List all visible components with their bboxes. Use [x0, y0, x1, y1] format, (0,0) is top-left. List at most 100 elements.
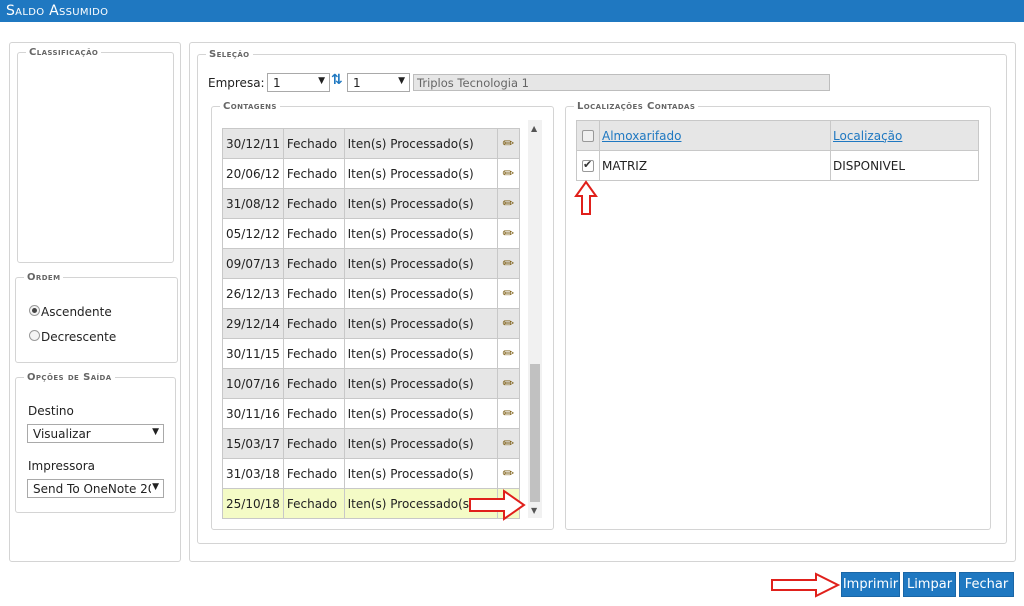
header-localizacao[interactable]: Localização [830, 120, 979, 151]
table-row[interactable]: 15/03/17 Fechado Iten(s) Processado(s) ✏ [222, 428, 521, 459]
table-row[interactable]: 31/03/18 Fechado Iten(s) Processado(s) ✏ [222, 458, 521, 489]
scroll-thumb[interactable] [530, 364, 540, 502]
edit-cell[interactable]: ✏ [496, 188, 521, 219]
pencil-icon[interactable]: ✏ [503, 286, 515, 302]
row-checkbox-cell[interactable] [576, 150, 600, 181]
annotation-arrow-right-button [771, 572, 840, 598]
cell-date: 31/08/12 [222, 188, 284, 219]
table-row[interactable]: 30/11/16 Fechado Iten(s) Processado(s) ✏ [222, 398, 521, 429]
empresa-from-select[interactable]: 1 ▼ [267, 73, 330, 92]
select-all-cell[interactable] [576, 120, 600, 151]
cell-desc: Iten(s) Processado(s) [343, 458, 498, 489]
destino-label: Destino [28, 404, 74, 418]
edit-cell[interactable]: ✏ [496, 308, 521, 339]
refresh-swap-icon[interactable]: ⇅ [331, 72, 343, 88]
cell-desc: Iten(s) Processado(s) [343, 188, 498, 219]
radio-ascendente[interactable] [29, 305, 40, 316]
contagens-legend: Contagens [223, 101, 277, 112]
cell-desc: Iten(s) Processado(s) [343, 278, 498, 309]
pencil-icon[interactable]: ✏ [503, 136, 515, 152]
destino-select[interactable]: Visualizar ▼ [27, 424, 164, 443]
chevron-down-icon: ▼ [152, 482, 159, 492]
edit-cell[interactable]: ✏ [496, 398, 521, 429]
classificacao-legend: Classificação [29, 47, 99, 58]
empresa-to-select[interactable]: 1 ▼ [347, 73, 410, 92]
edit-cell[interactable]: ✏ [496, 428, 521, 459]
header-almoxarifado[interactable]: Almoxarifado [599, 120, 831, 151]
impressora-select[interactable]: Send To OneNote 20 ▼ [27, 479, 164, 498]
table-row[interactable]: 31/08/12 Fechado Iten(s) Processado(s) ✏ [222, 188, 521, 219]
cell-status: Fechado [282, 368, 345, 399]
cell-date: 10/07/16 [222, 368, 284, 399]
pencil-icon[interactable]: ✏ [503, 406, 515, 422]
pencil-icon[interactable]: ✏ [503, 376, 515, 392]
edit-cell[interactable]: ✏ [496, 158, 521, 189]
edit-cell[interactable]: ✏ [496, 278, 521, 309]
empresa-to-value: 1 [353, 76, 361, 90]
table-row[interactable]: 20/06/12 Fechado Iten(s) Processado(s) ✏ [222, 158, 521, 189]
cell-desc: Iten(s) Processado(s) [343, 368, 498, 399]
cell-almoxarifado: MATRIZ [599, 150, 831, 181]
empresa-label: Empresa: [208, 76, 265, 90]
pencil-icon[interactable]: ✏ [503, 226, 515, 242]
chevron-down-icon: ▼ [398, 76, 405, 86]
cell-desc: Iten(s) Processado(s) [343, 248, 498, 279]
pencil-icon[interactable]: ✏ [503, 466, 515, 482]
contagens-scrollbar[interactable]: ▲ ▼ [528, 120, 542, 518]
radio-decrescente[interactable] [29, 330, 40, 341]
cell-date: 20/06/12 [222, 158, 284, 189]
pencil-icon[interactable]: ✏ [503, 346, 515, 362]
localizacoes-header-row: Almoxarifado Localização [576, 120, 979, 151]
table-row[interactable]: 30/11/15 Fechado Iten(s) Processado(s) ✏ [222, 338, 521, 369]
scroll-down-icon[interactable]: ▼ [531, 506, 537, 515]
edit-cell[interactable]: ✏ [496, 368, 521, 399]
cell-status: Fechado [282, 458, 345, 489]
cell-status: Fechado [282, 158, 345, 189]
limpar-button[interactable]: Limpar [903, 572, 956, 597]
cell-status: Fechado [282, 218, 345, 249]
cell-desc: Iten(s) Processado(s) [343, 428, 498, 459]
pencil-icon[interactable]: ✏ [503, 316, 515, 332]
impressora-label: Impressora [28, 459, 96, 473]
cell-desc: Iten(s) Processado(s) [343, 398, 498, 429]
edit-cell[interactable]: ✏ [496, 248, 521, 279]
radio-decrescente-label[interactable]: Decrescente [41, 330, 116, 344]
cell-localizacao: DISPONIVEL [830, 150, 979, 181]
localizacoes-table: Almoxarifado Localização MATRIZ DISPONIV… [576, 120, 979, 181]
table-row[interactable]: 05/12/12 Fechado Iten(s) Processado(s) ✏ [222, 218, 521, 249]
edit-cell[interactable]: ✏ [496, 458, 521, 489]
contagens-scroll-area[interactable]: 30/12/11 Fechado Iten(s) Processado(s) ✏ 20/… [222, 118, 543, 520]
imprimir-button[interactable]: Imprimir [841, 572, 900, 597]
table-row[interactable]: MATRIZ DISPONIVEL [576, 150, 979, 181]
cell-date: 26/12/13 [222, 278, 284, 309]
window-title: Saldo Assumido [6, 3, 109, 19]
table-row[interactable]: 26/12/13 Fechado Iten(s) Processado(s) ✏ [222, 278, 521, 309]
cell-status: Fechado [282, 338, 345, 369]
ordem-legend: Ordem [27, 272, 61, 283]
edit-cell[interactable]: ✏ [496, 338, 521, 369]
cell-date: 30/11/16 [222, 398, 284, 429]
edit-cell[interactable]: ✏ [496, 218, 521, 249]
annotation-arrow-up [574, 180, 598, 215]
radio-ascendente-label[interactable]: Ascendente [41, 305, 112, 319]
table-row[interactable]: 09/07/13 Fechado Iten(s) Processado(s) ✏ [222, 248, 521, 279]
select-all-checkbox[interactable] [582, 130, 594, 142]
cell-desc: Iten(s) Processado(s) [343, 218, 498, 249]
cell-status: Fechado [282, 428, 345, 459]
annotation-arrow-right-row [469, 489, 526, 521]
empresa-from-value: 1 [273, 76, 281, 90]
row-checkbox[interactable] [582, 158, 594, 172]
scroll-up-icon[interactable]: ▲ [531, 124, 537, 133]
pencil-icon[interactable]: ✏ [503, 166, 515, 182]
contagens-table: 30/12/11 Fechado Iten(s) Processado(s) ✏ 20/… [222, 128, 521, 519]
pencil-icon[interactable]: ✏ [503, 196, 515, 212]
table-row[interactable]: 29/12/14 Fechado Iten(s) Processado(s) ✏ [222, 308, 521, 339]
table-row[interactable]: 30/12/11 Fechado Iten(s) Processado(s) ✏ [222, 128, 521, 159]
cell-desc: Iten(s) Processado(s) [343, 308, 498, 339]
pencil-icon[interactable]: ✏ [503, 436, 515, 452]
fechar-button[interactable]: Fechar [959, 572, 1014, 597]
window-title-bar: Saldo Assumido [0, 0, 1024, 22]
table-row[interactable]: 10/07/16 Fechado Iten(s) Processado(s) ✏ [222, 368, 521, 399]
edit-cell[interactable]: ✏ [496, 128, 521, 159]
pencil-icon[interactable]: ✏ [503, 256, 515, 272]
